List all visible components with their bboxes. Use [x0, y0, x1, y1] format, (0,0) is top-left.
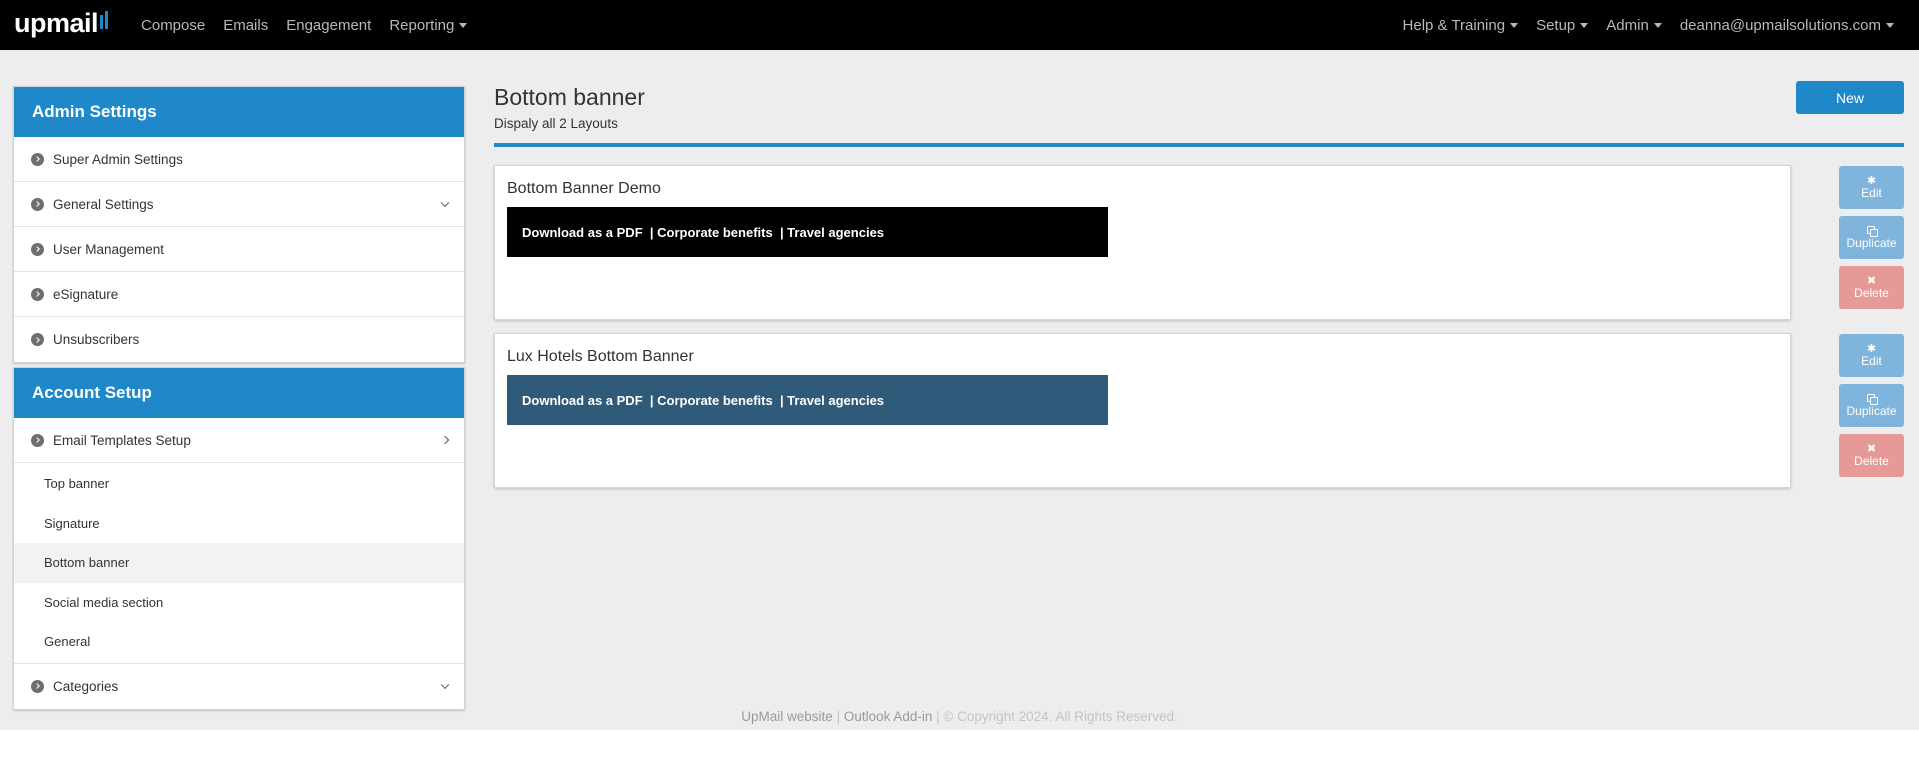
- nav-engagement[interactable]: Engagement: [277, 17, 380, 34]
- admin-settings-heading: Admin Settings: [14, 87, 464, 137]
- caret-down-icon: [1653, 22, 1662, 28]
- upmail-logo[interactable]: upmail: [14, 7, 109, 38]
- caret-down-icon: [1510, 22, 1519, 28]
- nav-setup[interactable]: Setup: [1527, 17, 1597, 34]
- chevron-circle-right-icon: [31, 433, 44, 447]
- nav-compose[interactable]: Compose: [132, 17, 214, 34]
- upmail-website-link[interactable]: UpMail website: [741, 709, 833, 724]
- email-templates-submenu: Top banner Signature Bottom banner Socia…: [14, 463, 464, 664]
- layout-card: Lux Hotels Bottom Banner Download as a P…: [494, 333, 1791, 488]
- new-layout-button[interactable]: New: [1796, 81, 1904, 114]
- admin-settings-panel: Admin Settings Super Admin Settings Gene…: [13, 86, 465, 363]
- duplicate-button[interactable]: Duplicate: [1839, 216, 1904, 259]
- page-subtitle: Dispaly all 2 Layouts: [494, 116, 618, 131]
- banner-preview: Download as a PDF | Corporate benefits |…: [507, 207, 1108, 257]
- logo-text: upmail: [14, 7, 99, 38]
- sidebar: Admin Settings Super Admin Settings Gene…: [13, 86, 465, 710]
- banner-preview: Download as a PDF | Corporate benefits |…: [507, 375, 1108, 425]
- account-setup-heading: Account Setup: [14, 368, 464, 418]
- edit-button[interactable]: ✱ Edit: [1839, 166, 1904, 209]
- sidebar-subitem-top-banner[interactable]: Top banner: [14, 464, 464, 504]
- nav-user-account[interactable]: deanna@upmailsolutions.com: [1671, 17, 1903, 34]
- copy-icon: [1866, 392, 1878, 405]
- page-title: Bottom banner: [494, 84, 645, 110]
- chevron-circle-right-icon: [31, 679, 44, 693]
- nav-left: Compose Emails Engagement Reporting: [132, 17, 476, 34]
- copyright-text: | © Copyright 2024. All Rights Reserved.: [936, 709, 1178, 724]
- sidebar-item-esignature[interactable]: eSignature: [14, 272, 464, 317]
- nav-emails[interactable]: Emails: [214, 17, 277, 34]
- duplicate-button[interactable]: Duplicate: [1839, 384, 1904, 427]
- chevron-right-icon: [440, 435, 450, 445]
- logo-bars-icon: [100, 10, 109, 29]
- banner-link-download-pdf[interactable]: Download as a PDF: [522, 225, 643, 240]
- sidebar-subitem-bottom-banner[interactable]: Bottom banner: [14, 543, 464, 583]
- sidebar-item-email-templates-setup[interactable]: Email Templates Setup: [14, 418, 464, 463]
- sidebar-item-general-settings[interactable]: General Settings: [14, 182, 464, 227]
- banner-link-download-pdf[interactable]: Download as a PDF: [522, 393, 643, 408]
- sidebar-item-super-admin-settings[interactable]: Super Admin Settings: [14, 137, 464, 182]
- banner-link-corporate-benefits[interactable]: | Corporate benefits: [650, 225, 773, 240]
- chevron-circle-right-icon: [31, 287, 44, 301]
- nav-admin[interactable]: Admin: [1597, 17, 1671, 34]
- copy-icon: [1866, 224, 1878, 237]
- sidebar-item-user-management[interactable]: User Management: [14, 227, 464, 272]
- caret-down-icon: [459, 22, 468, 28]
- layout-card: Bottom Banner Demo Download as a PDF | C…: [494, 165, 1791, 320]
- nav-reporting[interactable]: Reporting: [380, 17, 476, 34]
- title-divider: [494, 143, 1904, 147]
- footer: UpMail website | Outlook Add-in | © Copy…: [0, 709, 1919, 724]
- sidebar-subitem-general[interactable]: General: [14, 622, 464, 662]
- chevron-circle-right-icon: [31, 242, 44, 256]
- chevron-circle-right-icon: [31, 197, 44, 211]
- layout-name: Lux Hotels Bottom Banner: [507, 348, 694, 365]
- edit-button[interactable]: ✱ Edit: [1839, 334, 1904, 377]
- caret-down-icon: [1886, 22, 1894, 28]
- account-setup-panel: Account Setup Email Templates Setup Top …: [13, 367, 465, 710]
- sidebar-subitem-social-media-section[interactable]: Social media section: [14, 583, 464, 623]
- footer-separator: |: [836, 709, 841, 724]
- delete-button[interactable]: ✖ Delete: [1839, 266, 1904, 309]
- sidebar-subitem-signature[interactable]: Signature: [14, 504, 464, 544]
- top-navbar: upmail Compose Emails Engagement Reporti…: [0, 0, 1919, 50]
- outlook-addin-link[interactable]: Outlook Add-in: [844, 709, 933, 724]
- nav-help-training[interactable]: Help & Training: [1394, 17, 1528, 34]
- chevron-circle-right-icon: [31, 152, 44, 166]
- sidebar-item-unsubscribers[interactable]: Unsubscribers: [14, 317, 464, 362]
- layout-name: Bottom Banner Demo: [507, 180, 661, 197]
- banner-link-corporate-benefits[interactable]: | Corporate benefits: [650, 393, 773, 408]
- sidebar-item-categories[interactable]: Categories: [14, 664, 464, 709]
- chevron-down-icon: [440, 680, 450, 690]
- caret-down-icon: [1580, 22, 1589, 28]
- chevron-circle-right-icon: [31, 333, 44, 346]
- delete-button[interactable]: ✖ Delete: [1839, 434, 1904, 477]
- chevron-down-icon: [440, 198, 450, 208]
- banner-link-travel-agencies[interactable]: | Travel agencies: [780, 225, 884, 240]
- banner-link-travel-agencies[interactable]: | Travel agencies: [780, 393, 884, 408]
- nav-right: Help & Training Setup Admin deanna@upmai…: [1394, 17, 1903, 34]
